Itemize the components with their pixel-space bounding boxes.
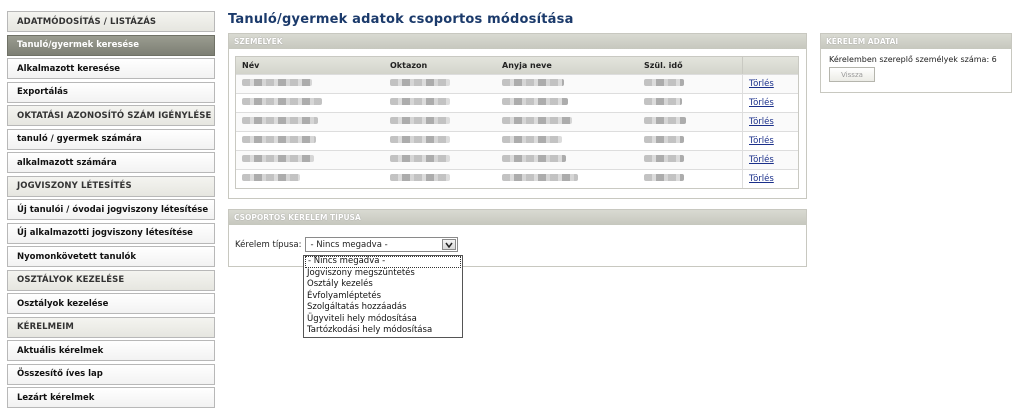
persons-panel: SZEMÉLYEK Név Oktazon Anyja neve Szül. i…	[228, 33, 807, 199]
table-row: Törlés	[236, 93, 798, 112]
sidebar-item-tanulo-kereses[interactable]: Tanuló/gyermek keresése	[7, 34, 215, 56]
redacted-birth-date	[644, 174, 684, 181]
sidebar-item-uj-tanuloi-jogviszony[interactable]: Új tanulói / óvodai jogviszony létesítés…	[7, 199, 215, 220]
table-row: Törlés	[236, 150, 798, 169]
dropdown-option[interactable]: Osztály kezelés	[304, 279, 462, 291]
sidebar-item-alkalmazott-szamara[interactable]: alkalmazott számára	[7, 152, 215, 173]
redacted-mother-name	[502, 98, 568, 105]
sidebar-header-osztalyok: OSZTÁLYOK KEZELÉSE	[7, 269, 215, 291]
delete-link[interactable]: Törlés	[749, 98, 774, 108]
delete-link[interactable]: Törlés	[749, 117, 774, 127]
redacted-mother-name	[502, 174, 578, 181]
redacted-birth-date	[644, 117, 686, 124]
sidebar-item-osszesito-lap[interactable]: Összesítő íves lap	[7, 363, 215, 385]
sidebar-item-uj-alkalmazotti-jogviszony[interactable]: Új alkalmazotti jogviszony létesítése	[7, 222, 215, 244]
column-header-oktazon: Oktazon	[390, 61, 428, 70]
dropdown-option[interactable]: Évfolyamléptetés	[304, 291, 462, 303]
sidebar-item-alkalmazott-kereses[interactable]: Alkalmazott keresése	[7, 58, 215, 79]
sidebar-item-nyomonkovetett[interactable]: Nyomonkövetett tanulók	[7, 246, 215, 267]
redacted-oktazon	[390, 117, 450, 124]
chevron-down-icon[interactable]	[442, 239, 457, 250]
sidebar-header-jogviszony: JOGVISZONY LÉTESÍTÉS	[7, 175, 215, 197]
redacted-birth-date	[644, 136, 684, 143]
person-count-text: Kérelemben szereplő személyek száma: 6	[829, 55, 997, 64]
request-panel-title: KÉRELEM ADATAI	[821, 34, 1011, 49]
redacted-name	[242, 98, 322, 105]
redacted-mother-name	[502, 136, 562, 143]
redacted-name	[242, 117, 318, 124]
request-type-label: Kérelem típusa:	[235, 239, 302, 250]
table-row: Törlés	[236, 131, 798, 150]
redacted-name	[242, 155, 314, 162]
request-type-select[interactable]: - Nincs megadva -	[305, 237, 459, 252]
page-title: Tanuló/gyermek adatok csoportos módosítá…	[228, 12, 574, 27]
dropdown-option[interactable]: Jogviszony megszüntetés	[304, 268, 462, 280]
redacted-oktazon	[390, 155, 450, 162]
dropdown-option[interactable]: Szolgáltatás hozzáadás	[304, 302, 462, 314]
table-row: Törlés	[236, 74, 798, 93]
column-header-nev: Név	[242, 61, 260, 70]
request-panel: KÉRELEM ADATAI Kérelemben szereplő szemé…	[820, 33, 1012, 93]
request-type-panel-title: CSOPORTOS KÉRELEM TÍPUSA	[229, 210, 806, 225]
redacted-oktazon	[390, 136, 450, 143]
sidebar-item-tanulo-szamara[interactable]: tanuló / gyermek számára	[7, 128, 215, 150]
delete-link[interactable]: Törlés	[749, 174, 774, 184]
request-type-row: Kérelem típusa: - Nincs megadva -	[235, 237, 459, 252]
back-button[interactable]: Vissza	[829, 67, 875, 82]
delete-link[interactable]: Törlés	[749, 79, 774, 89]
redacted-birth-date	[644, 98, 682, 105]
redacted-birth-date	[644, 155, 684, 162]
redacted-mother-name	[502, 117, 572, 124]
dropdown-option[interactable]: Ügyviteli hely módosítása	[304, 314, 462, 326]
redacted-mother-name	[502, 155, 566, 162]
redacted-oktazon	[390, 98, 450, 105]
redacted-birth-date	[644, 79, 684, 86]
request-type-dropdown-list: - Nincs megadva - Jogviszony megszünteté…	[303, 255, 463, 338]
redacted-name	[242, 174, 300, 181]
sidebar-header-adatmodositas: ADATMÓDOSÍTÁS / LISTÁZÁS	[7, 11, 215, 32]
redacted-oktazon	[390, 174, 450, 181]
sidebar-item-aktualis-kerelmek[interactable]: Aktuális kérelmek	[7, 340, 215, 361]
sidebar-item-osztalyok-kezelese[interactable]: Osztályok kezelése	[7, 293, 215, 314]
dropdown-option[interactable]: - Nincs megadva -	[305, 256, 461, 268]
request-type-selected-value: - Nincs megadva -	[310, 239, 388, 250]
column-header-anyja-neve: Anyja neve	[502, 61, 552, 70]
delete-link[interactable]: Törlés	[749, 136, 774, 146]
column-header-szul-ido: Szül. idő	[644, 61, 683, 70]
sidebar-header-oktatasi-azonosito: OKTATÁSI AZONOSÍTÓ SZÁM IGÉNYLÉSE	[7, 105, 215, 126]
sidebar: ADATMÓDOSÍTÁS / LISTÁZÁS Tanuló/gyermek …	[7, 11, 215, 411]
sidebar-item-exportalas[interactable]: Exportálás	[7, 81, 215, 103]
sidebar-item-lezart-kerelmek[interactable]: Lezárt kérelmek	[7, 387, 215, 408]
redacted-name	[242, 136, 316, 143]
redacted-name	[242, 79, 312, 86]
persons-table: Név Oktazon Anyja neve Szül. idő Törlés …	[235, 56, 799, 189]
redacted-oktazon	[390, 79, 450, 86]
persons-panel-title: SZEMÉLYEK	[229, 34, 806, 49]
sidebar-header-kerelmeim: KÉRELMEIM	[7, 316, 215, 338]
table-row: Törlés	[236, 169, 798, 188]
dropdown-option[interactable]: Tartózkodási hely módosítása	[304, 325, 462, 337]
redacted-mother-name	[502, 79, 564, 86]
table-header: Név Oktazon Anyja neve Szül. idő	[236, 57, 798, 74]
delete-link[interactable]: Törlés	[749, 155, 774, 165]
column-header-action	[742, 57, 798, 74]
table-row: Törlés	[236, 112, 798, 131]
